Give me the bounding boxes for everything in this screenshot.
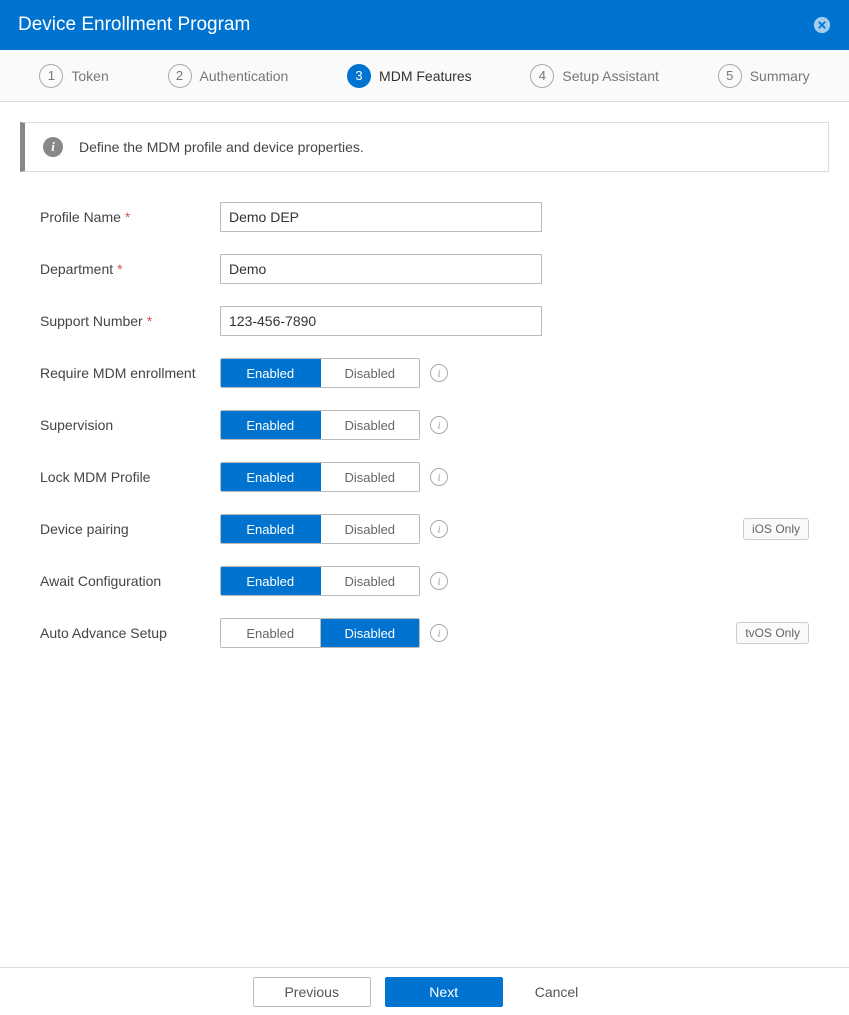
label-support-number: Support Number*	[40, 313, 220, 329]
step-authentication[interactable]: 2 Authentication	[168, 64, 289, 88]
toggle-device-pairing: Enabled Disabled	[220, 514, 420, 544]
step-label: Summary	[750, 68, 810, 84]
row-auto-advance: Auto Advance Setup Enabled Disabled i tv…	[40, 618, 809, 648]
label-department: Department*	[40, 261, 220, 277]
toggle-enabled[interactable]: Enabled	[221, 515, 321, 543]
input-department[interactable]	[220, 254, 542, 284]
info-banner: i Define the MDM profile and device prop…	[20, 122, 829, 172]
mdm-features-form: Profile Name* Department* Support Number…	[0, 192, 849, 690]
toggle-enabled[interactable]: Enabled	[221, 463, 321, 491]
label-device-pairing: Device pairing	[40, 521, 220, 537]
step-label: MDM Features	[379, 68, 472, 84]
help-icon[interactable]: i	[430, 416, 448, 434]
step-number: 5	[718, 64, 742, 88]
required-marker: *	[125, 209, 130, 225]
required-marker: *	[117, 261, 122, 277]
input-profile-name[interactable]	[220, 202, 542, 232]
step-number: 1	[39, 64, 63, 88]
step-number: 2	[168, 64, 192, 88]
previous-button[interactable]: Previous	[253, 977, 371, 1007]
step-setup-assistant[interactable]: 4 Setup Assistant	[530, 64, 659, 88]
toggle-lock-profile: Enabled Disabled	[220, 462, 420, 492]
wizard-footer: Previous Next Cancel	[0, 967, 849, 1015]
row-require-mdm: Require MDM enrollment Enabled Disabled …	[40, 358, 809, 388]
toggle-disabled[interactable]: Disabled	[321, 411, 420, 439]
label-require-mdm: Require MDM enrollment	[40, 365, 220, 381]
toggle-disabled[interactable]: Disabled	[321, 619, 420, 647]
close-icon[interactable]	[813, 16, 831, 34]
label-supervision: Supervision	[40, 417, 220, 433]
input-support-number[interactable]	[220, 306, 542, 336]
info-text: Define the MDM profile and device proper…	[79, 139, 364, 155]
label-profile-name: Profile Name*	[40, 209, 220, 225]
help-icon[interactable]: i	[430, 364, 448, 382]
help-icon[interactable]: i	[430, 520, 448, 538]
dialog-header: Device Enrollment Program	[0, 0, 849, 50]
label-lock-profile: Lock MDM Profile	[40, 469, 220, 485]
toggle-enabled[interactable]: Enabled	[221, 359, 321, 387]
row-profile-name: Profile Name*	[40, 202, 809, 232]
row-support-number: Support Number*	[40, 306, 809, 336]
toggle-disabled[interactable]: Disabled	[321, 463, 420, 491]
toggle-enabled[interactable]: Enabled	[221, 619, 321, 647]
toggle-supervision: Enabled Disabled	[220, 410, 420, 440]
label-text: Profile Name	[40, 209, 121, 225]
row-department: Department*	[40, 254, 809, 284]
badge-tvos-only: tvOS Only	[736, 622, 809, 644]
cancel-button[interactable]: Cancel	[517, 977, 597, 1007]
label-text: Department	[40, 261, 113, 277]
step-summary[interactable]: 5 Summary	[718, 64, 810, 88]
wizard-steps: 1 Token 2 Authentication 3 MDM Features …	[0, 50, 849, 102]
step-label: Setup Assistant	[562, 68, 659, 84]
row-await-config: Await Configuration Enabled Disabled i	[40, 566, 809, 596]
toggle-enabled[interactable]: Enabled	[221, 567, 321, 595]
row-device-pairing: Device pairing Enabled Disabled i iOS On…	[40, 514, 809, 544]
help-icon[interactable]: i	[430, 572, 448, 590]
step-number: 4	[530, 64, 554, 88]
toggle-disabled[interactable]: Disabled	[321, 359, 420, 387]
step-label: Authentication	[200, 68, 289, 84]
step-token[interactable]: 1 Token	[39, 64, 108, 88]
step-mdm-features[interactable]: 3 MDM Features	[347, 64, 472, 88]
step-label: Token	[71, 68, 108, 84]
next-button[interactable]: Next	[385, 977, 503, 1007]
label-auto-advance: Auto Advance Setup	[40, 625, 220, 641]
info-icon: i	[43, 137, 63, 157]
label-text: Support Number	[40, 313, 143, 329]
help-icon[interactable]: i	[430, 624, 448, 642]
required-marker: *	[147, 313, 152, 329]
toggle-enabled[interactable]: Enabled	[221, 411, 321, 439]
badge-ios-only: iOS Only	[743, 518, 809, 540]
label-await-config: Await Configuration	[40, 573, 220, 589]
row-lock-profile: Lock MDM Profile Enabled Disabled i	[40, 462, 809, 492]
toggle-disabled[interactable]: Disabled	[321, 567, 420, 595]
toggle-await-config: Enabled Disabled	[220, 566, 420, 596]
toggle-require-mdm: Enabled Disabled	[220, 358, 420, 388]
help-icon[interactable]: i	[430, 468, 448, 486]
row-supervision: Supervision Enabled Disabled i	[40, 410, 809, 440]
toggle-disabled[interactable]: Disabled	[321, 515, 420, 543]
step-number: 3	[347, 64, 371, 88]
toggle-auto-advance: Enabled Disabled	[220, 618, 420, 648]
dialog-title: Device Enrollment Program	[18, 14, 250, 36]
